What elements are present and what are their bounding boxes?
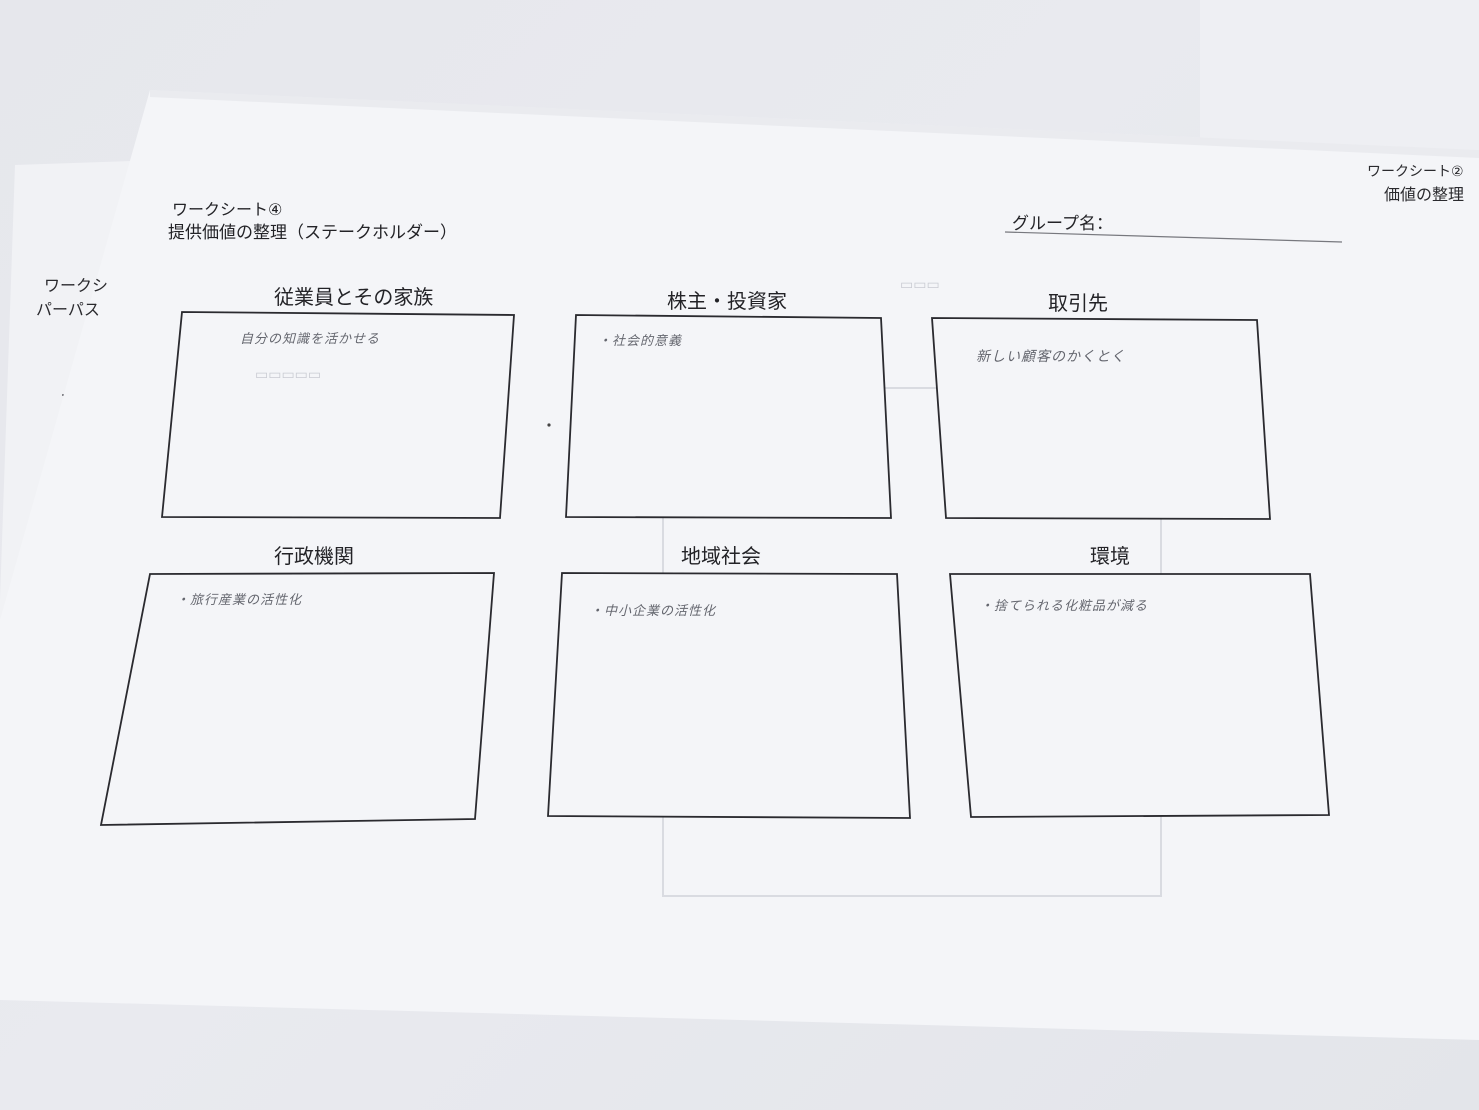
- caption-shareholders: 株主・投資家: [667, 289, 787, 313]
- caption-suppliers: 取引先: [1048, 291, 1108, 315]
- note-employees: 自分の知識を活かせる: [240, 332, 381, 347]
- worksheet-title: 提供価値の整理（ステークホルダー）: [168, 223, 457, 243]
- caption-government: 行政機関: [274, 544, 354, 568]
- ghost-text-2: ▭▭▭: [900, 277, 940, 293]
- caption-environment: 環境: [1090, 544, 1130, 568]
- caption-community: 地域社会: [681, 544, 761, 568]
- pen-dot: [547, 423, 551, 427]
- left-sheet-title-1: ワークシ: [44, 276, 109, 295]
- group-name-label: グループ名：: [1012, 214, 1113, 234]
- ghost-text-1: ▭▭▭▭▭: [255, 367, 322, 383]
- note-government: ・旅行産業の活性化: [176, 593, 303, 608]
- left-sheet-title-2: パーパス: [36, 300, 100, 319]
- note-suppliers: 新しい顧客のかくとく: [976, 349, 1126, 365]
- caption-employees: 従業員とその家族: [274, 285, 434, 309]
- box-government: [99, 572, 495, 826]
- note-shareholders: ・社会的意義: [598, 334, 683, 349]
- right-sheet-title-2: 価値の整理: [1384, 185, 1465, 204]
- right-sheet-title-1: ワークシート②: [1367, 164, 1464, 180]
- note-community: ・中小企業の活性化: [590, 604, 717, 619]
- photo-scene: ▭▭▭▭▭ ▭▭▭ ワークシ パーパス ワークシート② 価値の整理 ワークシート…: [0, 0, 1479, 1110]
- note-environment: ・捨てられる化粧品が減る: [980, 599, 1149, 614]
- worksheet-number: ワークシート④: [172, 200, 283, 219]
